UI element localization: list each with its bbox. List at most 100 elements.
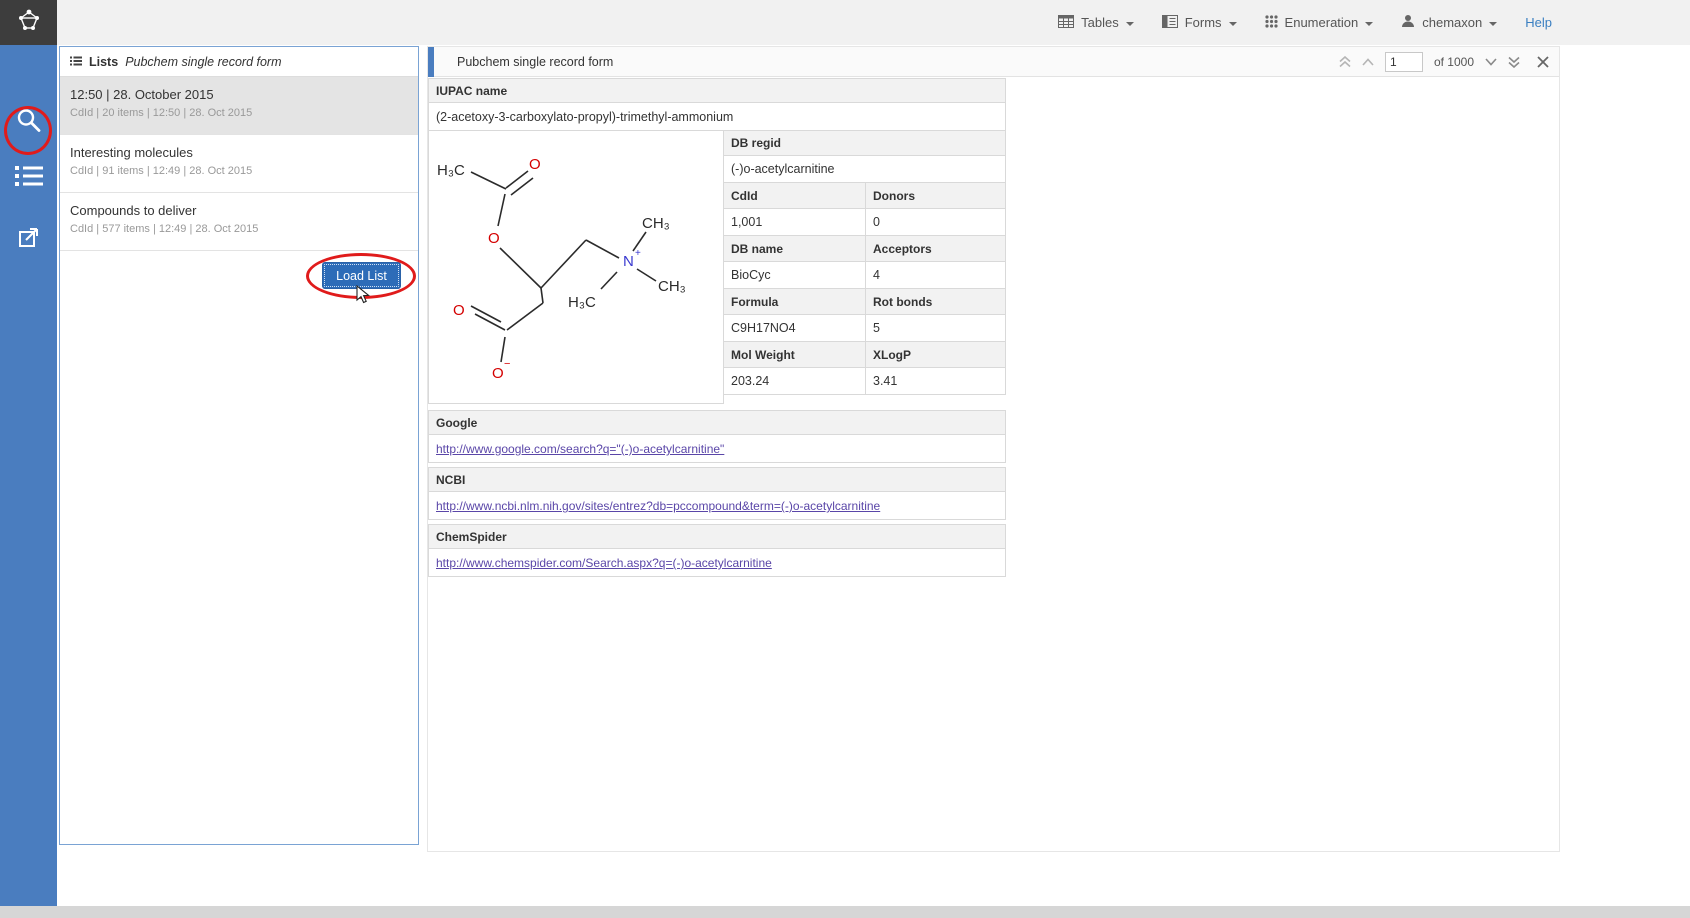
header-accent-bar — [428, 47, 434, 77]
nav-enumeration-label: Enumeration — [1285, 15, 1359, 30]
field-header: XLogP — [865, 341, 1006, 368]
list-icon — [70, 55, 82, 69]
record-count-label: of 1000 — [1434, 55, 1474, 69]
ncbi-link-row: http://www.ncbi.nlm.nih.gov/sites/entrez… — [428, 491, 1006, 520]
record-form-header: Pubchem single record form of 1000 — [428, 47, 1559, 77]
list-item-meta: CdId | 91 items | 12:49 | 28. Oct 2015 — [70, 165, 408, 177]
chevron-down-icon — [1229, 22, 1237, 26]
record-number-input[interactable] — [1385, 52, 1423, 72]
ncbi-section-header: NCBI — [428, 467, 1006, 492]
list-item-title: Compounds to deliver — [70, 203, 408, 218]
record-form-title: Pubchem single record form — [457, 47, 613, 77]
db-regid-header: DB regid — [723, 130, 1006, 156]
nav-user-label: chemaxon — [1422, 15, 1482, 30]
nav-enumeration[interactable]: Enumeration — [1265, 15, 1374, 31]
field-header: Rot bonds — [865, 288, 1006, 315]
footer-strip — [0, 906, 1690, 918]
record-form-panel: Pubchem single record form of 1000 — [427, 46, 1560, 852]
app-root: Tables Forms — [0, 0, 1690, 918]
nav-forms-label: Forms — [1185, 15, 1222, 30]
iupac-name-value: (2-acetoxy-3-carboxylato-propyl)-trimeth… — [428, 102, 1006, 131]
properties-table: DB regid (-)o-acetylcarnitine CdId Donor… — [723, 130, 1006, 404]
atom-label: O — [488, 230, 500, 247]
atom-label: H₃C — [437, 162, 465, 179]
table-row: Mol Weight XLogP — [723, 341, 1006, 368]
ncbi-search-link[interactable]: http://www.ncbi.nlm.nih.gov/sites/entrez… — [436, 499, 880, 513]
field-value: BioCyc — [723, 261, 866, 289]
lists-panel-header: Lists Pubchem single record form — [60, 47, 418, 77]
table-row: 203.24 3.41 — [723, 367, 1006, 395]
close-icon[interactable] — [1537, 56, 1549, 68]
last-record-button[interactable] — [1508, 56, 1520, 68]
chemaxon-logo[interactable] — [0, 0, 57, 45]
list-item[interactable]: Compounds to deliver CdId | 577 items | … — [60, 193, 418, 251]
list-item-title: 12:50 | 28. October 2015 — [70, 87, 408, 102]
field-header: CdId — [723, 182, 866, 209]
field-value: 0 — [865, 208, 1006, 236]
forms-icon — [1162, 15, 1178, 31]
list-item-meta: CdId | 577 items | 12:49 | 28. Oct 2015 — [70, 223, 408, 235]
field-value: 5 — [865, 314, 1006, 342]
field-value: C9H17NO4 — [723, 314, 866, 342]
enumeration-grid-icon — [1265, 15, 1278, 31]
chevron-down-icon — [1365, 22, 1373, 26]
sidebar — [0, 45, 57, 918]
google-section-header: Google — [428, 410, 1006, 435]
table-row: Formula Rot bonds — [723, 288, 1006, 315]
list-item-meta: CdId | 20 items | 12:50 | 28. Oct 2015 — [70, 107, 408, 119]
atom-label: N — [623, 253, 634, 270]
field-value: 3.41 — [865, 367, 1006, 395]
iupac-name-header: IUPAC name — [428, 78, 1006, 103]
export-icon[interactable] — [16, 224, 42, 255]
nav-tables-label: Tables — [1081, 15, 1119, 30]
chemspider-link-row: http://www.chemspider.com/Search.aspx?q=… — [428, 548, 1006, 577]
first-record-button[interactable] — [1339, 56, 1351, 68]
field-header: DB name — [723, 235, 866, 262]
user-icon — [1401, 14, 1415, 31]
molecule-structure: H₃C O O N + CH₃ CH₃ H₃C O O − — [428, 130, 724, 404]
previous-record-button[interactable] — [1362, 58, 1374, 66]
list-item[interactable]: 12:50 | 28. October 2015 CdId | 20 items… — [60, 77, 418, 135]
atom-label: O — [453, 302, 465, 319]
chemspider-search-link[interactable]: http://www.chemspider.com/Search.aspx?q=… — [436, 556, 772, 570]
lists-panel-title: Lists — [89, 55, 118, 69]
table-row: 1,001 0 — [723, 208, 1006, 236]
chemaxon-logo-icon — [14, 5, 44, 40]
chevron-down-icon — [1489, 22, 1497, 26]
field-value: 4 — [865, 261, 1006, 289]
atom-label: CH₃ — [658, 278, 686, 295]
atom-charge: + — [635, 248, 641, 259]
field-header: Donors — [865, 182, 1006, 209]
tables-icon — [1058, 15, 1074, 31]
load-list-button[interactable]: Load List — [322, 262, 401, 289]
nav-tables[interactable]: Tables — [1058, 15, 1134, 31]
field-value: 203.24 — [723, 367, 866, 395]
atom-label: O — [529, 156, 541, 173]
field-header: Mol Weight — [723, 341, 866, 368]
nav-user-menu[interactable]: chemaxon — [1401, 14, 1497, 31]
table-row: BioCyc 4 — [723, 261, 1006, 289]
google-link-row: http://www.google.com/search?q="(-)o-ace… — [428, 434, 1006, 463]
atom-label: O — [492, 365, 504, 382]
field-header: Formula — [723, 288, 866, 315]
lists-panel: Lists Pubchem single record form 12:50 |… — [59, 46, 419, 845]
search-icon[interactable] — [15, 107, 42, 139]
structure-and-fields: H₃C O O N + CH₃ CH₃ H₃C O O − — [428, 130, 1006, 404]
db-regid-value: (-)o-acetylcarnitine — [723, 155, 1006, 183]
pagination-controls: of 1000 — [1339, 47, 1549, 77]
field-header: Acceptors — [865, 235, 1006, 262]
chevron-down-icon — [1126, 22, 1134, 26]
list-item-title: Interesting molecules — [70, 145, 408, 160]
help-link[interactable]: Help — [1525, 15, 1552, 30]
top-navigation: Tables Forms — [1058, 0, 1552, 45]
lists-icon[interactable] — [15, 165, 43, 192]
google-search-link[interactable]: http://www.google.com/search?q="(-)o-ace… — [436, 442, 724, 456]
chemspider-section-header: ChemSpider — [428, 524, 1006, 549]
list-item[interactable]: Interesting molecules CdId | 91 items | … — [60, 135, 418, 193]
atom-label: H₃C — [568, 294, 596, 311]
lists-panel-subtitle: Pubchem single record form — [125, 55, 281, 69]
table-row: DB name Acceptors — [723, 235, 1006, 262]
table-row: C9H17NO4 5 — [723, 314, 1006, 342]
nav-forms[interactable]: Forms — [1162, 15, 1237, 31]
next-record-button[interactable] — [1485, 58, 1497, 66]
